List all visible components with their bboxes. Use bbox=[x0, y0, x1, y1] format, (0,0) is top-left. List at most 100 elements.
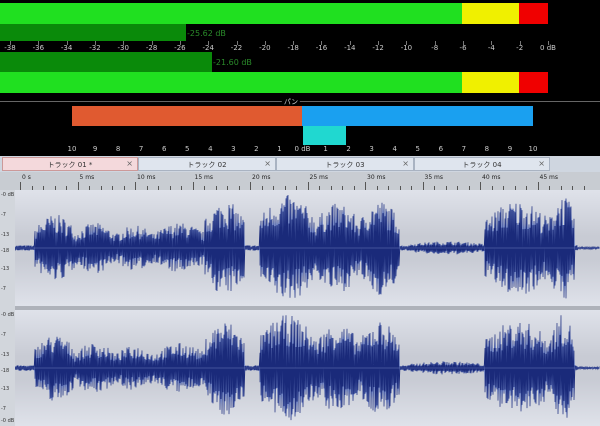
pan-scale-label: 5 bbox=[415, 145, 420, 153]
pan-scale-label: 10 bbox=[67, 145, 77, 153]
meter-scale-label: -26 bbox=[174, 44, 186, 52]
ruler-major-tick bbox=[250, 182, 251, 190]
ruler-major-tick bbox=[307, 182, 309, 190]
pan-scale-label: 3 bbox=[231, 145, 236, 153]
right-meter-red bbox=[519, 72, 548, 93]
tab-track-03[interactable]: トラック 03 × bbox=[276, 157, 414, 171]
pan-scale-label: 5 bbox=[185, 145, 190, 153]
left-meter-yellow bbox=[462, 3, 519, 24]
tab-track-04-label: トラック 04 bbox=[462, 161, 502, 169]
pan-scale-label: 9 bbox=[507, 145, 513, 153]
right-meter bbox=[0, 72, 600, 93]
pan-scale-label: 4 bbox=[208, 145, 213, 153]
pan-right-bar bbox=[302, 106, 533, 126]
level-scale-label: -7 bbox=[1, 406, 6, 412]
waveform-area[interactable] bbox=[15, 190, 600, 426]
ruler-major-tick bbox=[20, 182, 21, 190]
meter-scale-label: -18 bbox=[287, 44, 299, 52]
level-scale-label: -0 dB bbox=[1, 418, 15, 424]
pan-left-bar bbox=[72, 106, 302, 126]
meter-scale-label: -38 bbox=[4, 44, 16, 52]
pan-scale-label: 8 bbox=[115, 145, 121, 153]
close-icon[interactable]: × bbox=[402, 159, 409, 168]
ruler-major-tick bbox=[135, 182, 136, 190]
pan-scale-label: 3 bbox=[369, 145, 374, 153]
right-meter-hold bbox=[0, 52, 212, 72]
right-meter-value: -21.60 dB bbox=[213, 58, 252, 67]
waveform-trace bbox=[15, 315, 600, 421]
tab-track-02[interactable]: トラック 02 × bbox=[138, 157, 276, 171]
pan-scale-label: 7 bbox=[138, 145, 144, 153]
pan-scale-label: 4 bbox=[392, 145, 397, 153]
ruler-major-tick bbox=[480, 182, 481, 190]
close-icon[interactable]: × bbox=[126, 159, 133, 168]
meter-scale-label: -10 bbox=[400, 44, 413, 52]
level-scale-label: -18 bbox=[1, 248, 10, 254]
level-scale-label: -13 bbox=[1, 266, 10, 272]
meter-scale-label: -2 bbox=[516, 44, 524, 52]
meter-scale-label: -28 bbox=[145, 44, 158, 52]
ruler-label: 30 ms bbox=[367, 174, 386, 181]
meter-scale-label: -34 bbox=[60, 44, 73, 52]
meter-scale-label: -16 bbox=[315, 44, 328, 52]
pan-scale-label: 6 bbox=[438, 145, 444, 153]
meter-scale-label: -30 bbox=[117, 44, 129, 52]
meter-scale-label: -32 bbox=[89, 44, 101, 52]
tab-track-04[interactable]: トラック 04 × bbox=[414, 157, 550, 171]
tab-track-02-label: トラック 02 bbox=[187, 161, 227, 169]
ruler-label: 20 ms bbox=[252, 174, 271, 181]
level-scale-label: -13 bbox=[1, 386, 10, 392]
meter-scale-label: -6 bbox=[459, 44, 467, 52]
time-ruler[interactable]: 0 s 5 ms 10 ms 15 ms 20 ms 25 ms 30 ms 35 ms 40 … bbox=[15, 172, 600, 191]
close-icon[interactable]: × bbox=[538, 159, 545, 168]
left-meter bbox=[0, 3, 600, 24]
meter-scale-label: -24 bbox=[202, 44, 214, 52]
level-scale: -0 dB -7 -13 -18 -13 -7 -0 dB -7 -13 -18 -13 -7 -0 d… bbox=[0, 190, 15, 426]
tab-track-03-label: トラック 03 bbox=[325, 161, 365, 169]
pan-scale-label: 6 bbox=[161, 145, 167, 153]
tab-track-01[interactable]: トラック 01 * × bbox=[2, 157, 138, 171]
ruler-label: 15 ms bbox=[194, 174, 214, 181]
left-meter-green bbox=[0, 3, 462, 24]
left-meter-hold bbox=[0, 24, 186, 41]
level-scale-label: -7 bbox=[1, 332, 6, 338]
ruler-label: 35 ms bbox=[424, 174, 444, 181]
pan-scale-label: 9 bbox=[92, 145, 98, 153]
right-meter-green bbox=[0, 72, 462, 93]
right-meter-yellow bbox=[462, 72, 519, 93]
pan-scale-label: 1 bbox=[323, 145, 328, 153]
left-meter-value: -25.62 dB bbox=[187, 29, 226, 38]
meter-scale-label: -22 bbox=[230, 44, 243, 52]
pan-scale-label: 1 bbox=[277, 145, 282, 153]
pan-scale-label: 2 bbox=[254, 145, 259, 153]
ruler-label: 0 s bbox=[22, 174, 31, 181]
meter-scale-label: -8 bbox=[431, 44, 439, 52]
ruler-label: 25 ms bbox=[309, 174, 329, 181]
meter-scale-label: -20 bbox=[259, 44, 271, 52]
pan-scale-label: 10 bbox=[528, 145, 538, 153]
meter-scale-label: -4 bbox=[487, 44, 495, 52]
ruler-major-tick bbox=[422, 182, 424, 190]
meter-scale-label: -12 bbox=[372, 44, 384, 52]
track-tab-bar: トラック 01 * × トラック 02 × トラック 03 × トラック 04 … bbox=[0, 156, 600, 172]
meter-scale-label: -14 bbox=[344, 44, 356, 52]
ruler-major-tick bbox=[192, 182, 194, 190]
ruler-corner bbox=[0, 172, 15, 191]
ruler-major-tick bbox=[77, 182, 79, 190]
pan-scale-label: 8 bbox=[484, 145, 490, 153]
ruler-label: 10 ms bbox=[137, 174, 156, 181]
ruler-label: 5 ms bbox=[79, 174, 95, 181]
waveform bbox=[15, 194, 600, 421]
level-scale-label: -13 bbox=[1, 232, 10, 238]
ruler-label: 40 ms bbox=[482, 174, 501, 181]
ruler-major-tick bbox=[365, 182, 366, 190]
close-icon[interactable]: × bbox=[264, 159, 271, 168]
left-meter-red bbox=[519, 3, 548, 24]
meter-scale: -38 -36 -34 -32 -30 -28 -26 -24 -22 -20 -18 -16 -14 -… bbox=[0, 41, 600, 52]
pan-scale-label: 2 bbox=[346, 145, 351, 153]
level-scale-label: -0 dB bbox=[1, 192, 15, 198]
ruler-label: 45 ms bbox=[539, 174, 559, 181]
pan-scale-label: 7 bbox=[461, 145, 467, 153]
pan-scale-label: 0 dB bbox=[294, 145, 311, 153]
meter-scale-label: -36 bbox=[32, 44, 45, 52]
